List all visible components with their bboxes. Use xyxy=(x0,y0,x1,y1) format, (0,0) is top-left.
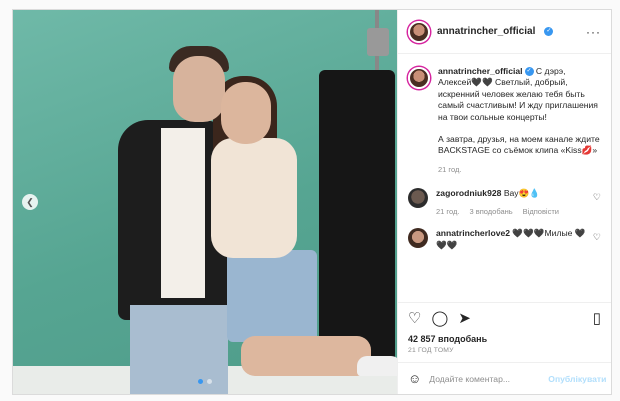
heart-icon[interactable]: ♡ xyxy=(408,311,421,326)
emoji-icon[interactable]: ☺ xyxy=(408,371,421,386)
avatar[interactable] xyxy=(408,187,428,208)
share-icon[interactable]: ➤ xyxy=(458,311,471,326)
carousel-dot xyxy=(198,379,203,384)
caption-time[interactable]: 21 год. xyxy=(438,165,461,174)
likes-count[interactable]: 42 857 вподобань xyxy=(398,334,611,344)
comment-text: Вау😍💧 xyxy=(503,187,540,198)
post-sidebar: annatrincher_official ✓ ··· annatrincher… xyxy=(397,10,611,394)
post-button[interactable]: Опублікувати xyxy=(548,374,606,384)
post-timestamp[interactable]: 21 ГОД ТОМУ xyxy=(398,344,611,362)
caption-text-2: А завтра, друзья, на моем канале ждите B… xyxy=(438,134,600,156)
header-username[interactable]: annatrincher_official xyxy=(437,26,535,37)
chevron-left-icon: ❮ xyxy=(26,196,34,207)
heart-icon[interactable]: ♡ xyxy=(593,232,601,243)
comment-username[interactable]: zagorodniuk928 xyxy=(436,188,501,198)
avatar[interactable] xyxy=(408,228,428,249)
bookmark-icon[interactable]: ▯ xyxy=(593,311,601,326)
verified-icon: ✓ xyxy=(524,67,534,77)
comment-time[interactable]: 21 год. xyxy=(436,207,459,216)
action-bar: ♡ ◯ ➤ ▯ xyxy=(398,302,611,334)
list-item: zagorodniuk928 Вау😍💧 21 год. 3 вподобань… xyxy=(408,187,601,216)
list-item: annatrincherlove2 🖤🖤🖤Милые 🖤🖤🖤 ♡ xyxy=(408,228,601,251)
caption-username[interactable]: annatrincher_official xyxy=(438,66,523,76)
comments-list: annatrincher_official ✓ С дэрэ, Алексей🖤🖤… xyxy=(398,54,611,302)
more-horizontal-icon[interactable]: ··· xyxy=(586,25,601,39)
post-header: annatrincher_official ✓ ··· xyxy=(398,10,611,54)
avatar[interactable] xyxy=(408,20,430,43)
carousel-dot xyxy=(207,379,212,384)
post-modal: ❮ annatrincher_official ✓ ··· annatrinch… xyxy=(12,9,612,395)
previous-photo-button[interactable]: ❮ xyxy=(22,194,38,210)
verified-icon: ✓ xyxy=(544,27,554,36)
caption: annatrincher_official ✓ С дэрэ, Алексей🖤🖤… xyxy=(408,66,601,174)
reply-button[interactable]: Відповісти xyxy=(523,207,559,216)
avatar[interactable] xyxy=(408,67,430,89)
comment-input[interactable] xyxy=(429,373,541,384)
comment-likes[interactable]: 3 вподобань xyxy=(469,207,512,216)
comment-username[interactable]: annatrincherlove2 xyxy=(436,228,510,238)
heart-icon[interactable]: ♡ xyxy=(593,192,601,203)
add-comment-bar: ☺ Опублікувати xyxy=(398,362,611,394)
post-photo: ❮ xyxy=(13,10,397,394)
carousel-dots xyxy=(198,379,212,384)
comment-icon[interactable]: ◯ xyxy=(431,311,448,326)
